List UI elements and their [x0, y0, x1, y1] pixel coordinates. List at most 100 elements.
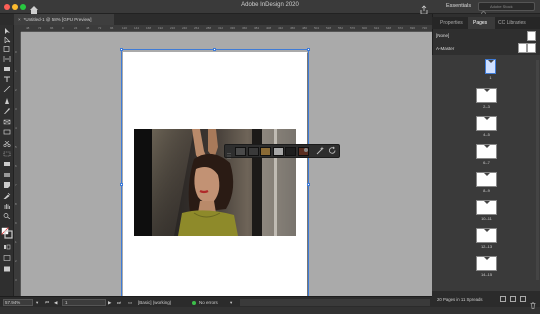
- page-thumbnail[interactable]: [476, 256, 497, 271]
- free-transform-tool-icon[interactable]: [3, 151, 11, 157]
- ruler-tick-label: 552: [338, 26, 344, 30]
- zoom-dropdown-icon[interactable]: ▾: [36, 300, 38, 306]
- page-tool-icon[interactable]: [3, 46, 11, 52]
- ruler-tick-label: 24: [74, 26, 78, 30]
- scissors-tool-icon[interactable]: [3, 141, 11, 147]
- ruler-tick-label: 264: [194, 26, 200, 30]
- resize-handle-t[interactable]: [213, 48, 216, 51]
- a-master-label[interactable]: A-Master: [436, 46, 454, 51]
- master-indicator: [483, 201, 490, 204]
- ruler-tick-label: 7: [15, 183, 17, 187]
- fill-stroke-icon[interactable]: [1, 226, 13, 239]
- ruler-tick-label: 432: [278, 26, 284, 30]
- page-thumbnail[interactable]: [476, 88, 497, 103]
- new-page-icon[interactable]: [510, 296, 516, 302]
- ruler-tick-label: 312: [218, 26, 224, 30]
- prev-page-icon[interactable]: ◀: [54, 300, 57, 306]
- a-master-thumbnail-right[interactable]: [527, 43, 536, 53]
- pencil-tool-icon[interactable]: [3, 108, 11, 114]
- gap-tool-icon[interactable]: [3, 56, 11, 62]
- page-thumbnail[interactable]: [476, 116, 497, 131]
- share-icon[interactable]: [420, 2, 428, 15]
- ruler-tick-label: 600: [362, 26, 368, 30]
- tab-pages[interactable]: Pages: [473, 20, 487, 26]
- more-options-icon[interactable]: [304, 148, 308, 152]
- close-tab-icon[interactable]: ×: [18, 17, 21, 22]
- ruler-tick-label: 480: [302, 26, 308, 30]
- tab-cc-libraries[interactable]: CC Libraries: [498, 20, 526, 26]
- last-page-icon[interactable]: ⏭: [117, 300, 121, 305]
- rectangle-frame-tool-icon[interactable]: [3, 119, 11, 125]
- ruler-tick-label: 8: [15, 202, 17, 206]
- ruler-tick-label: 528: [326, 26, 332, 30]
- first-page-icon[interactable]: ⏮: [45, 300, 49, 305]
- open-page-icon[interactable]: ▭: [128, 300, 132, 306]
- drag-grip-icon[interactable]: [227, 147, 231, 159]
- ruler-tick-label: 48: [86, 26, 90, 30]
- tab-properties[interactable]: Properties: [440, 20, 463, 26]
- resize-handle-l[interactable]: [120, 183, 123, 186]
- resize-handle-tl[interactable]: [120, 48, 123, 51]
- preflight-profile[interactable]: [Basic] (working): [138, 300, 171, 305]
- resize-handle-tr[interactable]: [307, 48, 310, 51]
- page-thumbnail[interactable]: [476, 228, 497, 243]
- ruler-tick-label: 168: [146, 26, 152, 30]
- status-bar: 57.94% ▾ ⏮ ◀ 1 ▶ ⏭ ▭ [Basic] (working) N…: [0, 296, 432, 307]
- page-thumbnail[interactable]: [476, 144, 497, 159]
- page-number: 1: [65, 300, 68, 305]
- horizontal-scrollbar[interactable]: [240, 299, 430, 306]
- hand-tool-icon[interactable]: [3, 203, 11, 209]
- page-thumbnail-label: 2–3: [483, 104, 490, 109]
- delete-page-icon[interactable]: [530, 296, 536, 314]
- ruler-tick-label: 3: [15, 107, 17, 111]
- ruler-tick-label: 288: [206, 26, 212, 30]
- color-swatch[interactable]: [272, 147, 284, 156]
- zoom-tool-icon[interactable]: [3, 213, 11, 219]
- next-page-icon[interactable]: ▶: [108, 300, 111, 306]
- ruler-tick-label: 72: [98, 26, 102, 30]
- none-master-thumbnail[interactable]: [527, 31, 536, 41]
- color-swatch[interactable]: [260, 147, 271, 156]
- direct-selection-tool-icon[interactable]: [3, 37, 11, 43]
- none-master-label[interactable]: [None]: [436, 33, 449, 38]
- gradient-swatch-tool-icon[interactable]: [3, 161, 11, 167]
- ruler-tick-label: 5: [15, 145, 17, 149]
- a-master-thumbnail-left[interactable]: [518, 43, 527, 53]
- ruler-tick-label: 216: [170, 26, 176, 30]
- page-thumbnail[interactable]: [476, 172, 497, 187]
- ruler-tick-label: 384: [254, 26, 260, 30]
- pen-tool-icon[interactable]: [3, 98, 11, 104]
- resize-handle-r[interactable]: [307, 183, 310, 186]
- color-swatch[interactable]: [285, 147, 296, 156]
- note-tool-icon[interactable]: [3, 182, 11, 188]
- page-number-field[interactable]: [62, 299, 106, 306]
- page-thumbnail[interactable]: [485, 59, 496, 74]
- apply-color-icon[interactable]: [3, 244, 11, 250]
- pages-count: 20 Pages in 11 Spreads: [437, 297, 483, 302]
- color-swatch[interactable]: [247, 147, 259, 156]
- color-swatch[interactable]: [235, 147, 246, 156]
- normal-view-icon[interactable]: [3, 255, 11, 261]
- content-collector-icon[interactable]: [3, 66, 11, 72]
- ruler-tick-label: 648: [386, 26, 392, 30]
- page-size-icon[interactable]: [500, 296, 506, 302]
- magic-wand-icon[interactable]: [316, 146, 325, 155]
- rectangle-tool-icon[interactable]: [3, 129, 11, 135]
- type-tool-icon[interactable]: [3, 76, 11, 82]
- edit-page-icon[interactable]: [520, 296, 526, 302]
- page-thumbnail[interactable]: [476, 200, 497, 215]
- document-tab[interactable]: × *Untitled-1 @ 58% [GPU Preview]: [14, 14, 114, 25]
- pages-scrollbar[interactable]: [536, 60, 539, 280]
- ruler-tick-label: 696: [410, 26, 416, 30]
- line-tool-icon[interactable]: [3, 86, 11, 92]
- gradient-feather-tool-icon[interactable]: [3, 172, 11, 178]
- eyedropper-tool-icon[interactable]: [3, 193, 11, 199]
- ruler-origin[interactable]: [14, 25, 21, 32]
- refresh-icon[interactable]: [328, 146, 337, 155]
- ruler-tick-label: 720: [422, 26, 428, 30]
- screen-mode-icon[interactable]: [3, 266, 11, 272]
- workspace-switcher[interactable]: Essentials: [446, 3, 471, 9]
- preflight-menu-icon[interactable]: ▾: [230, 300, 232, 306]
- page-thumbnail-label: 14–15: [480, 272, 493, 277]
- selection-tool-icon[interactable]: [3, 28, 11, 34]
